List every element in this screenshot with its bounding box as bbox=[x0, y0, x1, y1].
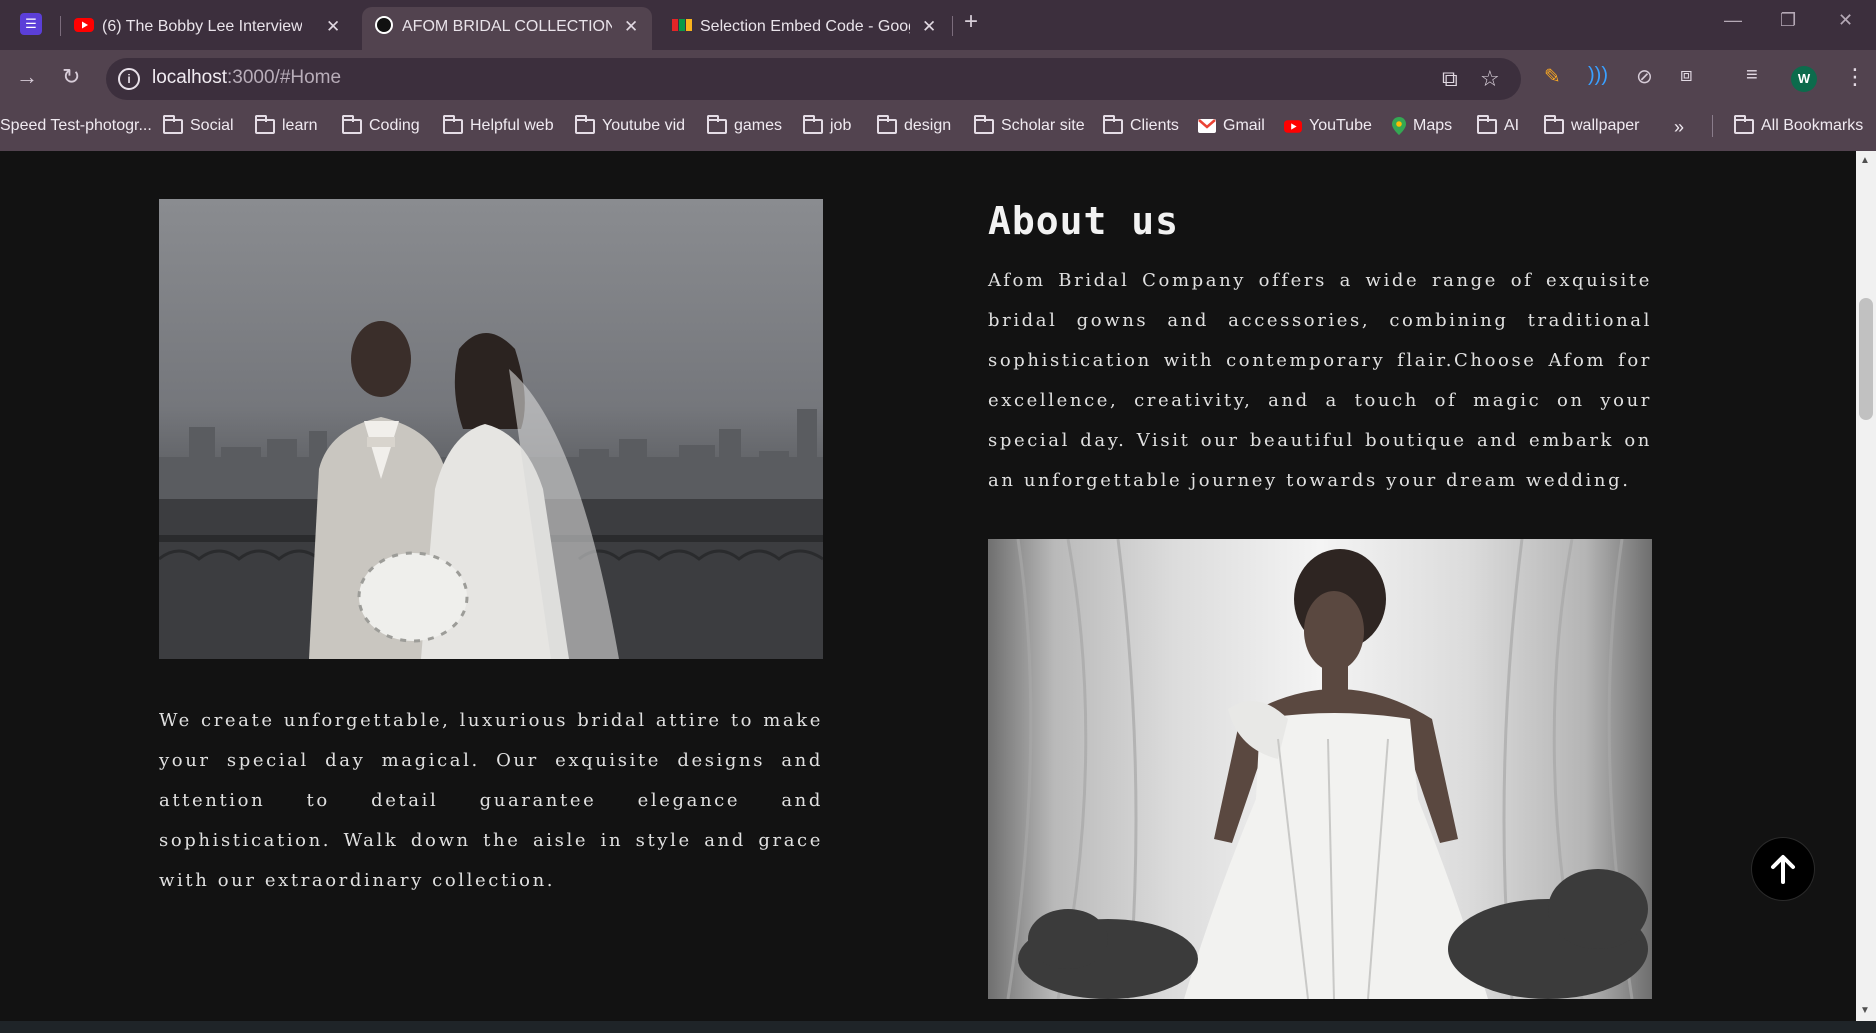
folder-icon bbox=[1544, 114, 1564, 134]
zoho-icon bbox=[672, 19, 692, 31]
bookmark-gmail[interactable]: Gmail bbox=[1198, 117, 1265, 135]
bookmark-ai[interactable]: AI bbox=[1477, 114, 1519, 135]
close-tab-icon[interactable]: ✕ bbox=[326, 9, 340, 45]
bookmark-star-icon[interactable]: ☆ bbox=[1480, 66, 1500, 92]
bookmark-job[interactable]: job bbox=[803, 114, 851, 135]
all-bookmarks-button[interactable]: All Bookmarks bbox=[1734, 114, 1863, 135]
bookmark-maps[interactable]: Maps bbox=[1392, 117, 1452, 135]
folder-icon bbox=[877, 114, 897, 134]
youtube-icon bbox=[74, 18, 94, 32]
folder-icon bbox=[1103, 114, 1123, 134]
folder-icon bbox=[1477, 114, 1497, 134]
bookmark-wallpaper[interactable]: wallpaper bbox=[1544, 114, 1639, 135]
page-scrollbar[interactable] bbox=[1856, 151, 1876, 1021]
maps-icon bbox=[1392, 117, 1406, 135]
intro-paragraph: We create unforgettable, luxurious brida… bbox=[159, 710, 823, 891]
about-us-heading: About us bbox=[988, 199, 1180, 243]
bookmark-youtube[interactable]: YouTube bbox=[1284, 117, 1372, 135]
bookmark-coding[interactable]: Coding bbox=[342, 114, 420, 135]
extensions-puzzle-icon[interactable]: ⧈ bbox=[1680, 64, 1693, 87]
new-tab-button[interactable]: + bbox=[964, 8, 978, 36]
audio-extension-icon[interactable]: ))) bbox=[1588, 64, 1608, 87]
page-content: About us Afom Bridal Company offers a wi… bbox=[0, 151, 1876, 1021]
couple-photo bbox=[159, 199, 823, 659]
close-tab-icon[interactable]: ✕ bbox=[624, 9, 638, 45]
forward-arrow-icon[interactable]: → bbox=[16, 64, 38, 90]
address-bar[interactable]: i localhost:3000/#Home ⧉ ☆ bbox=[106, 58, 1521, 100]
folder-icon bbox=[707, 114, 727, 134]
scrollbar-thumb[interactable] bbox=[1859, 298, 1873, 420]
scroll-to-top-button[interactable] bbox=[1752, 838, 1814, 900]
tab-title: Selection Embed Code - Google bbox=[700, 18, 910, 35]
profile-avatar[interactable]: W bbox=[1791, 66, 1817, 92]
folder-icon bbox=[163, 114, 183, 134]
folder-icon bbox=[443, 114, 463, 134]
bookmark-social[interactable]: Social bbox=[163, 114, 234, 135]
scroll-up-arrow-icon[interactable]: ▲ bbox=[1860, 155, 1870, 166]
bookmark-clients[interactable]: Clients bbox=[1103, 114, 1179, 135]
url-text[interactable]: localhost:3000/#Home bbox=[152, 67, 341, 89]
arrow-up-icon bbox=[1771, 855, 1795, 884]
folder-icon bbox=[255, 114, 275, 134]
tab-separator bbox=[952, 16, 953, 36]
bookmark-learn[interactable]: learn bbox=[255, 114, 318, 135]
folder-icon bbox=[342, 114, 362, 134]
bookmarks-bar: Speed Test-photogr... Social learn Codin… bbox=[0, 108, 1876, 151]
more-bookmarks-chevron-icon[interactable]: » bbox=[1674, 117, 1684, 138]
close-tab-icon[interactable]: ✕ bbox=[922, 9, 936, 45]
bookmark-speed-test[interactable]: Speed Test-photogr... bbox=[0, 117, 152, 135]
scroll-down-arrow-icon[interactable]: ▼ bbox=[1860, 1005, 1870, 1016]
close-window-button[interactable]: ✕ bbox=[1838, 10, 1853, 31]
tab-afom[interactable]: AFOM BRIDAL COLLECTION ✕ bbox=[362, 7, 652, 50]
bookmarks-divider bbox=[1712, 115, 1713, 137]
tab-selection-embed[interactable]: Selection Embed Code - Google ✕ bbox=[660, 7, 950, 50]
tab-title: (6) The Bobby Lee Interview | Eli bbox=[102, 18, 302, 35]
reload-icon[interactable]: ↻ bbox=[62, 64, 80, 90]
folder-icon bbox=[1734, 114, 1754, 134]
tab-strip: ☰ (6) The Bobby Lee Interview | Eli ✕ AF… bbox=[0, 0, 1876, 50]
restore-button[interactable]: ❐ bbox=[1780, 10, 1796, 31]
about-us-paragraph: Afom Bridal Company offers a wide range … bbox=[988, 270, 1652, 491]
bookmark-helpful-web[interactable]: Helpful web bbox=[443, 114, 554, 135]
bookmark-scholar-site[interactable]: Scholar site bbox=[974, 114, 1085, 135]
menu-kebab-icon[interactable]: ⋮ bbox=[1844, 64, 1866, 90]
minimize-button[interactable]: — bbox=[1724, 10, 1742, 31]
bookmark-youtube-vid[interactable]: Youtube vid bbox=[575, 114, 685, 135]
folder-icon bbox=[974, 114, 994, 134]
bride-photo-graphic bbox=[1006, 539, 1648, 999]
compass-extension-icon[interactable]: ⊘ bbox=[1636, 64, 1653, 89]
pen-extension-icon[interactable]: ✎ bbox=[1544, 64, 1561, 89]
bookmark-design[interactable]: design bbox=[877, 114, 951, 135]
site-info-icon[interactable]: i bbox=[118, 68, 140, 90]
circle-icon bbox=[375, 16, 393, 34]
couple-photo-graphic bbox=[159, 321, 823, 659]
tab-search-icon[interactable]: ☰ bbox=[20, 13, 42, 35]
gmail-icon bbox=[1198, 119, 1216, 133]
folder-icon bbox=[575, 114, 595, 134]
tab-separator bbox=[60, 16, 61, 36]
open-in-app-icon[interactable]: ⧉ bbox=[1442, 66, 1458, 92]
media-control-icon[interactable]: ≡ bbox=[1746, 64, 1758, 87]
tab-youtube[interactable]: (6) The Bobby Lee Interview | Eli ✕ bbox=[62, 7, 352, 50]
bookmark-games[interactable]: games bbox=[707, 114, 782, 135]
youtube-icon bbox=[1284, 119, 1302, 133]
bride-photo bbox=[988, 539, 1652, 999]
browser-toolbar: → ↻ i localhost:3000/#Home ⧉ ☆ ✎ ))) ⊘ ⧈… bbox=[0, 50, 1876, 108]
folder-icon bbox=[803, 114, 823, 134]
taskbar-strip bbox=[0, 1021, 1876, 1033]
tab-title: AFOM BRIDAL COLLECTION bbox=[402, 18, 612, 35]
